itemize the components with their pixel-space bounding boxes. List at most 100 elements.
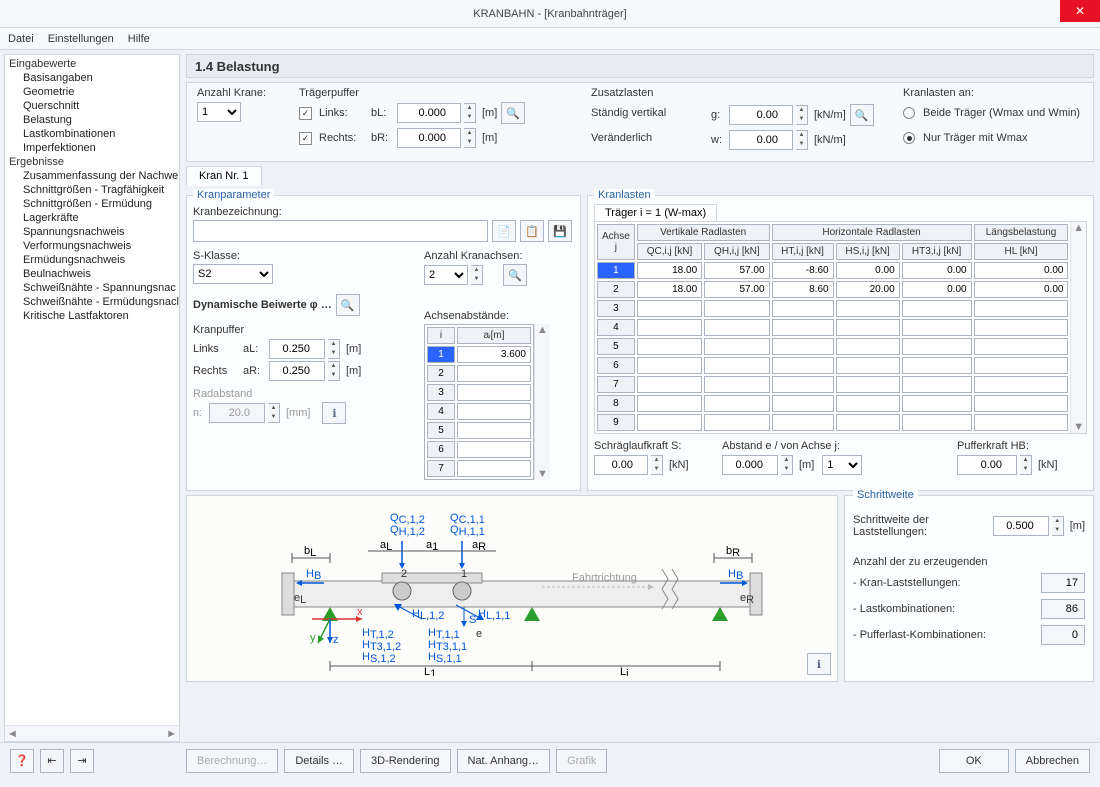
next-icon[interactable]: ⇥ <box>70 749 94 773</box>
n-unit: [mm] <box>286 407 310 419</box>
kranlasten-subtab[interactable]: Träger i = 1 (W-max) <box>594 204 717 221</box>
ar-label: aR: <box>243 365 265 377</box>
svg-text:z: z <box>333 634 339 646</box>
g-label: g: <box>711 109 725 121</box>
n-info-icon[interactable]: ℹ <box>322 402 346 424</box>
achsen-info-icon[interactable]: 🔍 <box>503 264 527 286</box>
titlebar: KRANBAHN - [Kranbahnträger] ✕ <box>0 0 1100 28</box>
w-input[interactable] <box>729 130 793 150</box>
svg-text:L1: L1 <box>424 666 436 676</box>
g-spinner[interactable]: ▲▼ <box>796 105 808 125</box>
radio-nur[interactable] <box>903 132 915 144</box>
achsabst-scroll[interactable]: ▲▼ <box>534 324 550 480</box>
abstand-j-select[interactable]: 1 <box>822 455 862 475</box>
abstand-input[interactable] <box>722 455 778 475</box>
ar-input[interactable] <box>269 361 325 381</box>
svg-text:QH,1,1: QH,1,1 <box>450 524 485 538</box>
n-label: n: <box>193 407 205 419</box>
sw-pk-value: 0 <box>1041 625 1085 645</box>
diagram-info-icon[interactable]: ℹ <box>807 653 831 675</box>
puffer-input[interactable] <box>957 455 1017 475</box>
links-checkbox[interactable]: ✓ <box>299 107 312 120</box>
sidebar-item-beul[interactable]: Beulnachweis <box>5 267 179 281</box>
sidebar-item-schnitt-trag[interactable]: Schnittgrößen - Tragfähigkeit <box>5 183 179 197</box>
ok-btn[interactable]: OK <box>939 749 1009 773</box>
br-unit: [m] <box>482 132 497 144</box>
al-input[interactable] <box>269 339 325 359</box>
sidebar-scrollbar[interactable]: ◄► <box>5 725 179 741</box>
achsen-spinner[interactable]: ▲▼ <box>471 265 483 285</box>
menu-datei[interactable]: Datei <box>8 33 34 45</box>
abstand-spinner[interactable]: ▲▼ <box>781 455 793 475</box>
svg-text:HS,1,2: HS,1,2 <box>362 651 396 665</box>
help-icon[interactable]: ❓ <box>10 749 34 773</box>
sidebar: Eingabewerte Basisangaben Geometrie Quer… <box>4 54 180 742</box>
grafik-btn: Grafik <box>556 749 607 773</box>
achsen-select[interactable]: 2 <box>424 265 468 285</box>
sidebar-item-imperfektionen[interactable]: Imperfektionen <box>5 141 179 155</box>
bez-browse-icon[interactable]: 📄 <box>492 220 516 242</box>
kranlasten-panel: Kranlasten Träger i = 1 (W-max) Achse j … <box>587 195 1094 491</box>
rechts-sub-label: Rechts <box>193 365 239 377</box>
rechts-checkbox[interactable]: ✓ <box>299 132 312 145</box>
radio-beide[interactable] <box>903 107 915 119</box>
abbrechen-btn[interactable]: Abbrechen <box>1015 749 1090 773</box>
al-spinner[interactable]: ▲▼ <box>328 339 340 359</box>
sidebar-item-zusammenfassung[interactable]: Zusammenfassung der Nachwe <box>5 169 179 183</box>
close-button[interactable]: ✕ <box>1060 0 1100 22</box>
schrag-spinner[interactable]: ▲▼ <box>651 455 663 475</box>
anzahl-krane-select[interactable]: 1 <box>197 102 241 122</box>
sidebar-item-basisangaben[interactable]: Basisangaben <box>5 71 179 85</box>
svg-text:1: 1 <box>461 568 467 580</box>
prev-icon[interactable]: ⇤ <box>40 749 64 773</box>
g-input[interactable] <box>729 105 793 125</box>
sidebar-item-schweiss-spann[interactable]: Schweißnähte - Spannungsnac <box>5 281 179 295</box>
w-unit: [kN/m] <box>814 134 846 146</box>
sidebar-item-kritische[interactable]: Kritische Lastfaktoren <box>5 309 179 323</box>
svg-text:QH,1,2: QH,1,2 <box>390 524 425 538</box>
puffer-spinner[interactable]: ▲▼ <box>1020 455 1032 475</box>
kranlasten-scroll[interactable]: ▲▼ <box>1070 222 1086 433</box>
sidebar-item-querschnitt[interactable]: Querschnitt <box>5 99 179 113</box>
sidebar-head-eingabe[interactable]: Eingabewerte <box>5 57 179 71</box>
sidebar-item-schweiss-erm[interactable]: Schweißnähte - Ermüdungsnacl <box>5 295 179 309</box>
schrittweite-title: Schrittweite <box>853 489 918 501</box>
w-spinner[interactable]: ▲▼ <box>796 130 808 150</box>
sw-input[interactable] <box>993 516 1049 536</box>
bl-info-icon[interactable]: 🔍 <box>501 102 525 124</box>
schrag-input[interactable] <box>594 455 648 475</box>
achsabst-grid[interactable]: iaᵢ[m] 13.600 2 3 4 5 6 7 <box>424 324 534 480</box>
kranlasten-grid[interactable]: Achse j Vertikale Radlasten Horizontale … <box>595 222 1070 433</box>
tab-kran-1[interactable]: Kran Nr. 1 <box>186 166 262 186</box>
sidebar-item-lagerkraefte[interactable]: Lagerkräfte <box>5 211 179 225</box>
bl-spinner[interactable]: ▲▼ <box>464 103 476 123</box>
sidebar-item-verformung[interactable]: Verformungsnachweis <box>5 239 179 253</box>
radio-beide-label: Beide Träger (Wmax und Wmin) <box>923 107 1080 119</box>
sw-spinner[interactable]: ▲▼ <box>1052 516 1064 536</box>
dynbei-icon[interactable]: 🔍 <box>336 294 360 316</box>
menu-hilfe[interactable]: Hilfe <box>128 33 150 45</box>
sidebar-item-spannung[interactable]: Spannungsnachweis <box>5 225 179 239</box>
bez-save-icon[interactable]: 💾 <box>548 220 572 242</box>
sidebar-item-ermuedung[interactable]: Ermüdungsnachweis <box>5 253 179 267</box>
menu-einstellungen[interactable]: Einstellungen <box>48 33 114 45</box>
anhang-btn[interactable]: Nat. Anhang… <box>457 749 551 773</box>
bl-input[interactable] <box>397 103 461 123</box>
sidebar-item-schnitt-erm[interactable]: Schnittgrößen - Ermüdung <box>5 197 179 211</box>
bezeichnung-input[interactable] <box>193 220 488 242</box>
rendering-btn[interactable]: 3D-Rendering <box>360 749 450 773</box>
g-info-icon[interactable]: 🔍 <box>850 104 874 126</box>
sidebar-item-geometrie[interactable]: Geometrie <box>5 85 179 99</box>
sidebar-item-lastkombinationen[interactable]: Lastkombinationen <box>5 127 179 141</box>
br-spinner[interactable]: ▲▼ <box>464 128 476 148</box>
details-btn[interactable]: Details … <box>284 749 354 773</box>
sklasse-select[interactable]: S2 <box>193 264 273 284</box>
svg-text:bL: bL <box>304 545 316 559</box>
sidebar-head-ergebnisse[interactable]: Ergebnisse <box>5 155 179 169</box>
w-label: w: <box>711 134 725 146</box>
bez-copy-icon[interactable]: 📋 <box>520 220 544 242</box>
section-header: 1.4 Belastung <box>186 54 1094 78</box>
br-input[interactable] <box>397 128 461 148</box>
sidebar-item-belastung[interactable]: Belastung <box>5 113 179 127</box>
ar-spinner[interactable]: ▲▼ <box>328 361 340 381</box>
